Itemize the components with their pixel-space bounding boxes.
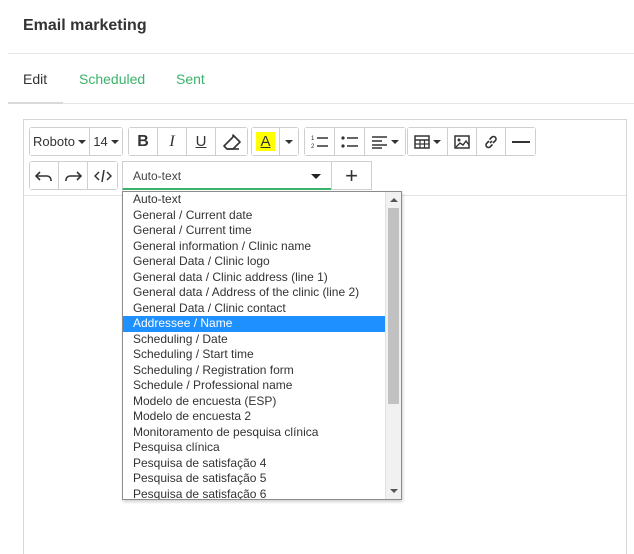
autotext-option[interactable]: Pesquisa clínica (123, 440, 386, 456)
table-icon (414, 134, 430, 149)
unordered-list-button[interactable] (335, 128, 365, 155)
autotext-option[interactable]: General / Current date (123, 208, 386, 224)
active-tab-indicator (8, 102, 63, 104)
autotext-option[interactable]: General information / Clinic name (123, 239, 386, 255)
header-divider (8, 53, 634, 54)
bold-button[interactable]: B (129, 128, 158, 155)
autotext-selected-value: Auto-text (133, 169, 182, 183)
font-group: Roboto 14 (29, 127, 123, 156)
autotext-select[interactable]: Auto-text (122, 161, 332, 190)
autotext-option[interactable]: General Data / Clinic logo (123, 254, 386, 270)
text-color-icon: A (256, 132, 275, 151)
align-icon (371, 135, 387, 149)
italic-button[interactable]: I (158, 128, 187, 155)
italic-label: I (169, 132, 175, 150)
autotext-option[interactable]: Pesquisa de satisfação 4 (123, 456, 386, 472)
link-button[interactable] (477, 128, 506, 155)
chevron-down-icon (433, 139, 441, 144)
page-title: Email marketing (23, 17, 147, 34)
scrollbar-thumb[interactable] (388, 208, 399, 404)
autotext-option[interactable]: Pesquisa de satisfação 6 (123, 487, 386, 500)
plus-icon: + (345, 163, 358, 188)
link-icon (485, 135, 497, 148)
scroll-down-icon[interactable] (390, 489, 398, 493)
scroll-up-icon[interactable] (390, 198, 398, 202)
image-icon (454, 134, 470, 149)
chevron-down-icon (285, 139, 293, 144)
image-button[interactable] (448, 128, 477, 155)
font-size-dropdown[interactable]: 14 (90, 128, 122, 155)
font-size-label: 14 (93, 134, 108, 149)
autotext-option[interactable]: General data / Address of the clinic (li… (123, 285, 386, 301)
dropdown-scrollbar[interactable] (385, 192, 401, 499)
autotext-option[interactable]: Addressee / Name (123, 316, 386, 332)
align-dropdown-button[interactable] (365, 128, 405, 155)
tab-sent[interactable]: Sent (176, 71, 205, 87)
code-view-button[interactable] (88, 162, 117, 189)
redo-button[interactable] (59, 162, 88, 189)
table-button[interactable] (408, 128, 448, 155)
redo-icon (65, 170, 82, 181)
svg-text:2: 2 (311, 144, 315, 150)
ordered-list-icon: 12 (311, 136, 328, 150)
text-color-button[interactable]: A (252, 128, 280, 155)
autotext-option[interactable]: Modelo de encuesta (ESP) (123, 394, 386, 410)
font-family-label: Roboto (33, 134, 75, 149)
autotext-option[interactable]: Auto-text (123, 192, 386, 208)
undo-icon (35, 170, 52, 181)
chevron-down-icon (390, 139, 399, 144)
history-group (29, 161, 118, 190)
autotext-dropdown-list[interactable]: Auto-text General / Current date General /… (122, 191, 402, 500)
autotext-option[interactable]: General Data / Clinic contact (123, 301, 386, 317)
autotext-option[interactable]: Pesquisa de satisfação 5 (123, 471, 386, 487)
paragraph-group: 12 (304, 127, 406, 156)
chevron-down-icon (77, 139, 86, 144)
tabs-divider (8, 103, 634, 104)
style-group: B I U (128, 127, 248, 156)
color-dropdown-button[interactable] (280, 128, 298, 155)
code-view-icon (93, 169, 112, 182)
autotext-option[interactable]: Schedule / Professional name (123, 378, 386, 394)
autotext-option[interactable]: Scheduling / Start time (123, 347, 386, 363)
autotext-option[interactable]: Scheduling / Registration form (123, 363, 386, 379)
autotext-option[interactable]: Modelo de encuesta 2 (123, 409, 386, 425)
ordered-list-button[interactable]: 12 (305, 128, 335, 155)
underline-label: U (195, 133, 207, 150)
svg-text:1: 1 (311, 136, 315, 142)
autotext-option[interactable]: General data / Clinic address (line 1) (123, 270, 386, 286)
autotext-option[interactable]: Monitoramento de pesquisa clínica (123, 425, 386, 441)
horizontal-rule-icon (511, 140, 530, 143)
autotext-option[interactable]: Scheduling / Date (123, 332, 386, 348)
autotext-option[interactable]: General / Current time (123, 223, 386, 239)
tab-edit[interactable]: Edit (23, 71, 47, 87)
undo-button[interactable] (30, 162, 59, 189)
chevron-down-icon (110, 139, 119, 144)
unordered-list-icon (340, 135, 358, 148)
bold-label: B (137, 132, 149, 150)
insert-group (407, 127, 536, 156)
eraser-icon (222, 133, 241, 150)
font-family-dropdown[interactable]: Roboto (30, 128, 90, 155)
underline-button[interactable]: U (187, 128, 216, 155)
autotext-options: Auto-text General / Current date General /… (123, 192, 386, 500)
tab-scheduled[interactable]: Scheduled (79, 71, 145, 87)
horizontal-rule-button[interactable] (506, 128, 535, 155)
clear-format-button[interactable] (216, 128, 247, 155)
add-autotext-button[interactable]: + (331, 161, 372, 190)
chevron-down-icon (311, 174, 321, 179)
color-group: A (251, 127, 299, 156)
